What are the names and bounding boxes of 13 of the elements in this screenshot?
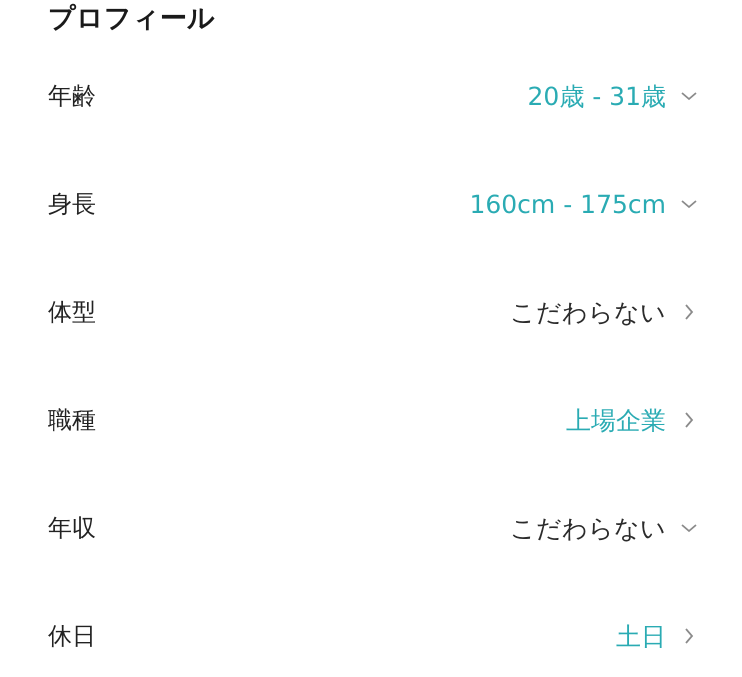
- field-label: 休日: [48, 621, 96, 652]
- field-label: 年齢: [48, 81, 96, 112]
- value-selector[interactable]: こだわらない: [510, 289, 698, 335]
- value-selector[interactable]: こだわらない: [510, 505, 698, 551]
- value-selector[interactable]: 上場企業: [566, 397, 698, 443]
- value-selector[interactable]: 土日: [616, 613, 698, 659]
- field-label: 年収: [48, 513, 96, 544]
- field-label: 職種: [48, 405, 96, 436]
- section-title: プロフィール: [48, 2, 216, 36]
- value-selector[interactable]: 160cm - 175cm: [469, 181, 698, 227]
- field-label: 体型: [48, 297, 96, 328]
- value-selector[interactable]: 20歳 - 31歳: [527, 73, 698, 119]
- field-label: 身長: [48, 189, 96, 220]
